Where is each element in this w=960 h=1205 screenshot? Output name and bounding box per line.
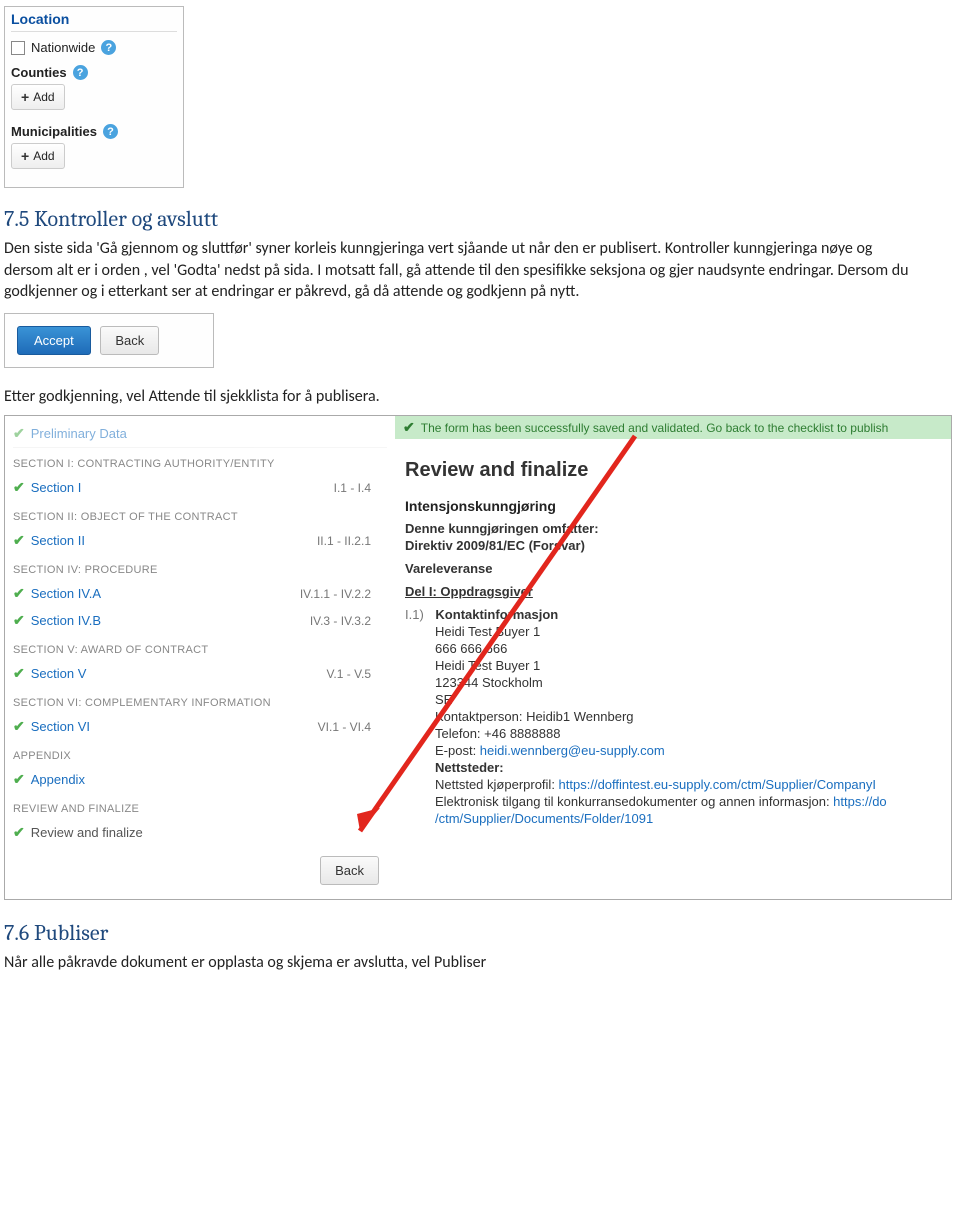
- back-button[interactable]: Back: [100, 326, 159, 355]
- check-icon: ✔: [13, 665, 25, 682]
- contact-line: Kontaktperson: Heidib1 Wennberg: [435, 708, 941, 725]
- contact-line: Telefon: +46 8888888: [435, 725, 941, 742]
- counties-label: Counties ?: [11, 65, 177, 80]
- check-icon: ✔: [403, 419, 415, 436]
- review-screenshot: ✔ Preliminary Data SECTION I: CONTRACTIN…: [4, 415, 952, 900]
- add-municipality-button[interactable]: + Add: [11, 143, 65, 169]
- nationwide-row: Nationwide ?: [11, 40, 177, 55]
- notice-sub2: Direktiv 2009/81/EC (Forsvar): [405, 537, 941, 554]
- del-i-heading: Del I: Oppdragsgiver: [405, 583, 941, 600]
- help-icon[interactable]: ?: [103, 124, 118, 139]
- help-icon[interactable]: ?: [73, 65, 88, 80]
- section-ivb-row[interactable]: ✔ Section IV.B IV.3 - IV.3.2: [13, 607, 387, 634]
- municipalities-label: Municipalities ?: [11, 124, 177, 139]
- check-icon: ✔: [13, 718, 25, 735]
- location-header: Location: [11, 9, 177, 32]
- check-icon: ✔: [13, 824, 25, 841]
- add-county-button[interactable]: + Add: [11, 84, 65, 110]
- section-category: SECTION IV: PROCEDURE: [13, 554, 387, 580]
- section-v-row[interactable]: ✔ Section V V.1 - V.5: [13, 660, 387, 687]
- contact-line: Heidi Test Buyer 1: [435, 657, 941, 674]
- notice-sub1: Denne kunngjøringen omfatter:: [405, 520, 941, 537]
- section-category: SECTION II: OBJECT OF THE CONTRACT: [13, 501, 387, 527]
- contact-line: 666 666 666: [435, 640, 941, 657]
- preliminary-data-row[interactable]: ✔ Preliminary Data: [13, 420, 387, 448]
- contact-email-line: E-post: heidi.wennberg@eu-supply.com: [435, 742, 941, 759]
- section-7-5-body2: Etter godkjenning, vel Attende til sjekk…: [4, 386, 924, 408]
- review-heading: Review and finalize: [395, 449, 951, 492]
- nationwide-checkbox[interactable]: [11, 41, 25, 55]
- success-status-bar: ✔ The form has been successfully saved a…: [395, 416, 951, 439]
- back-button-checklist[interactable]: Back: [320, 856, 379, 885]
- contact-line: 123344 Stockholm: [435, 674, 941, 691]
- check-icon: ✔: [13, 425, 25, 442]
- site-line: Elektronisk tilgang til konkurransedokum…: [435, 793, 941, 810]
- section-category: SECTION V: AWARD OF CONTRACT: [13, 634, 387, 660]
- section-i-row[interactable]: ✔ Section I I.1 - I.4: [13, 474, 387, 501]
- help-icon[interactable]: ?: [101, 40, 116, 55]
- check-icon: ✔: [13, 612, 25, 629]
- checklist-sidebar: ✔ Preliminary Data SECTION I: CONTRACTIN…: [5, 416, 395, 899]
- check-icon: ✔: [13, 585, 25, 602]
- check-icon: ✔: [13, 479, 25, 496]
- section-iva-row[interactable]: ✔ Section IV.A IV.1.1 - IV.2.2: [13, 580, 387, 607]
- review-finalize-row[interactable]: ✔ Review and finalize: [13, 819, 387, 846]
- site-line[interactable]: /ctm/Supplier/Documents/Folder/1091: [435, 810, 941, 827]
- section-7-5-body: Den siste sida 'Gå gjennom og sluttfør' …: [4, 238, 924, 303]
- nationwide-label: Nationwide: [31, 40, 95, 55]
- vare-line: Vareleveranse: [405, 560, 941, 577]
- location-panel: Location Nationwide ? Counties ? + Add M…: [4, 6, 184, 188]
- nettsteder-label: Nettsteder:: [435, 759, 941, 776]
- accept-button[interactable]: Accept: [17, 326, 91, 355]
- section-category: SECTION VI: COMPLEMENTARY INFORMATION: [13, 687, 387, 713]
- section-category: REVIEW AND FINALIZE: [13, 793, 387, 819]
- section-vi-row[interactable]: ✔ Section VI VI.1 - VI.4: [13, 713, 387, 740]
- review-detail-panel: ✔ The form has been successfully saved a…: [395, 416, 951, 899]
- check-icon: ✔: [13, 532, 25, 549]
- contact-line: SE: [435, 691, 941, 708]
- section-category: APPENDIX: [13, 740, 387, 766]
- section-7-5-heading: 7.5 Kontroller og avslutt: [4, 206, 960, 232]
- section-ii-row[interactable]: ✔ Section II II.1 - II.2.1: [13, 527, 387, 554]
- site-line: Nettsted kjøperprofil: https://doffintes…: [435, 776, 941, 793]
- section-category: SECTION I: CONTRACTING AUTHORITY/ENTITY: [13, 448, 387, 474]
- section-7-6-body: Når alle påkravde dokument er opplasta o…: [4, 952, 924, 974]
- check-icon: ✔: [13, 771, 25, 788]
- notice-title: Intensjonskunngjøring: [405, 492, 941, 514]
- appendix-row[interactable]: ✔ Appendix: [13, 766, 387, 793]
- plus-icon: +: [21, 89, 29, 105]
- plus-icon: +: [21, 148, 29, 164]
- contact-line: Heidi Test Buyer 1: [435, 623, 941, 640]
- section-7-6-heading: 7.6 Publiser: [4, 920, 960, 946]
- kontakt-row: I.1) Kontaktinformasjon: [405, 606, 941, 623]
- accept-back-panel: Accept Back: [4, 313, 214, 368]
